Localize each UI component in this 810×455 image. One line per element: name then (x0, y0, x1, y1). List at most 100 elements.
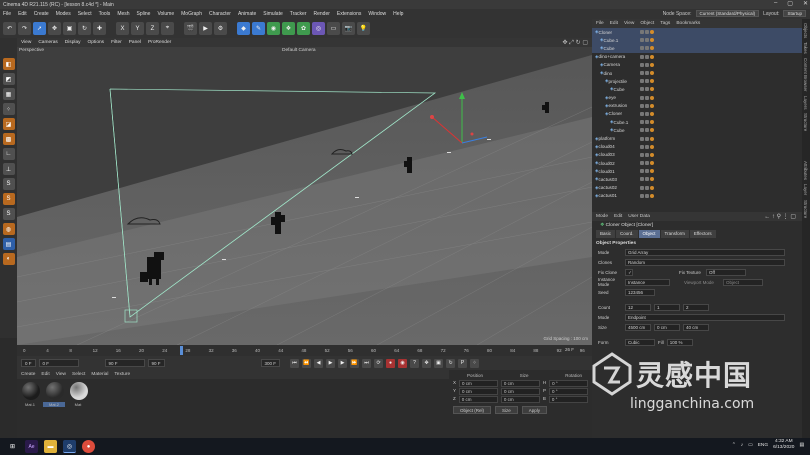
next-frame-icon[interactable]: ▶ (338, 358, 348, 368)
prev-key-icon[interactable]: ⏪ (302, 358, 312, 368)
visibility-toggles[interactable] (640, 193, 649, 198)
coord-size-mode-select[interactable]: Size (495, 406, 518, 414)
object-tags[interactable] (650, 95, 654, 100)
object-row[interactable]: ◈ Cloner (592, 110, 802, 118)
object-tags[interactable] (650, 111, 654, 116)
object-tags[interactable] (650, 30, 654, 35)
object-tags[interactable] (650, 38, 654, 43)
vtab-content-browser[interactable]: Content Browser (803, 58, 808, 92)
points-mode-icon[interactable]: ⁘ (2, 103, 15, 115)
menu-character[interactable]: Character (209, 11, 231, 17)
menu-modes[interactable]: Modes (56, 11, 71, 17)
mat-menu-select[interactable]: Select (72, 372, 85, 377)
object-row[interactable]: ◈ Camera (592, 61, 802, 69)
menu-mesh[interactable]: Mesh (117, 11, 129, 17)
position-z-field[interactable]: 0 cm (458, 396, 498, 403)
undo-icon[interactable]: ↶ (3, 22, 16, 35)
mode-select[interactable]: Grid Array (625, 248, 785, 256)
material-item[interactable]: Mat.1 (19, 379, 41, 408)
viewport-menu-cameras[interactable]: Cameras (38, 40, 57, 45)
visibility-toggles[interactable] (640, 54, 649, 59)
after-effects-icon[interactable]: Ae (25, 440, 38, 453)
object-row[interactable]: ◈ cactus03 (592, 175, 802, 183)
go-to-start-icon[interactable]: ⏮ (290, 358, 300, 368)
pen-icon[interactable]: ✎ (252, 22, 265, 35)
3d-viewport[interactable]: Perspective Default Camera Grid Spacing … (17, 47, 592, 345)
visibility-toggles[interactable] (640, 128, 649, 133)
object-tags[interactable] (650, 152, 654, 157)
axis-z-button[interactable]: Z (146, 22, 159, 35)
object-tags[interactable] (650, 193, 654, 198)
object-row[interactable]: ◈ Cube.1 (592, 36, 802, 45)
object-tags[interactable] (650, 144, 654, 149)
size-mode-select[interactable]: Endpoint (625, 313, 785, 321)
object-tags[interactable] (650, 46, 654, 51)
visibility-toggles[interactable] (640, 103, 649, 108)
node-space-select[interactable]: Current (Standard/Physical) (695, 10, 760, 17)
menu-tools[interactable]: Tools (99, 11, 111, 17)
locked-workplane-icon[interactable]: ◍ (2, 223, 15, 235)
material-swatch[interactable] (70, 382, 88, 400)
visibility-toggles[interactable] (640, 46, 649, 51)
object-row[interactable]: ◈ cloud02 (592, 159, 802, 167)
object-row[interactable]: ◈ cactus02 (592, 184, 802, 192)
deformer-icon[interactable]: ✿ (297, 22, 310, 35)
viewport-menu-prorender[interactable]: ProRender (148, 40, 171, 45)
prev-frame-icon[interactable]: ◀ (314, 358, 324, 368)
planar-workplane-icon[interactable]: ▤ (2, 238, 15, 250)
material-item[interactable]: Mat (67, 379, 89, 408)
axis-y-button[interactable]: Y (131, 22, 144, 35)
object-tags[interactable] (650, 120, 654, 125)
object-tags[interactable] (650, 62, 654, 67)
autokey-icon[interactable]: ◉ (398, 358, 408, 368)
visibility-toggles[interactable] (640, 30, 649, 35)
field-icon[interactable]: ◎ (312, 22, 325, 35)
solo-icon[interactable]: ◐ (2, 253, 15, 265)
mat-menu-view[interactable]: View (56, 372, 66, 377)
form-select[interactable]: Cubic (625, 338, 655, 346)
viewport-menu-view[interactable]: View (21, 40, 31, 45)
visibility-toggles[interactable] (640, 87, 649, 92)
size-x-field[interactable]: 4500 cm (625, 323, 651, 331)
count-y-field[interactable]: 1 (654, 303, 680, 311)
object-row[interactable]: ◈ eye (592, 94, 802, 102)
subdivision-icon[interactable]: ◉ (267, 22, 280, 35)
menu-help[interactable]: Help (393, 11, 403, 17)
tab-object[interactable]: Object (638, 230, 660, 238)
parameter-key-icon[interactable]: P (458, 358, 468, 368)
menu-file[interactable]: File (3, 11, 11, 17)
light-icon[interactable]: 💡 (357, 22, 370, 35)
render-view-icon[interactable]: 🎬 (184, 22, 197, 35)
notifications-icon[interactable]: ▤ (799, 443, 804, 448)
visibility-toggles[interactable] (640, 38, 649, 43)
visibility-toggles[interactable] (640, 169, 649, 174)
render-picture-viewer-icon[interactable]: ▶ (199, 22, 212, 35)
tray-chevron-icon[interactable]: ⌃ (732, 443, 736, 448)
object-tags[interactable] (650, 79, 654, 84)
vtab-objects[interactable]: Objects (803, 23, 808, 38)
cinema4d-icon[interactable]: ◎ (63, 440, 76, 453)
viewport-menu-filter[interactable]: Filter (111, 40, 122, 45)
min-frame-field[interactable]: 0 F (38, 359, 79, 367)
play-icon[interactable]: ▶ (326, 358, 336, 368)
menu-select[interactable]: Select (78, 11, 92, 17)
viewport-menu-panel[interactable]: Panel (129, 40, 141, 45)
start-frame-field[interactable]: 0 F (21, 359, 36, 367)
chrome-icon[interactable]: ● (82, 440, 95, 453)
snap-icon[interactable]: S (2, 178, 15, 190)
file-explorer-icon[interactable]: ▬ (44, 440, 57, 453)
tab-basic[interactable]: Basic (596, 230, 616, 238)
axis-mode-icon[interactable]: ∟ (2, 148, 15, 160)
cube-primitive-icon[interactable]: ◆ (237, 22, 250, 35)
texture-mode-icon[interactable]: ▦ (2, 88, 15, 100)
menu-simulate[interactable]: Simulate (263, 11, 282, 17)
om-menu-tags[interactable]: Tags (660, 21, 670, 26)
object-tags[interactable] (650, 71, 654, 76)
visibility-toggles[interactable] (640, 177, 649, 182)
close-button[interactable]: ✕ (803, 0, 808, 7)
om-menu-view[interactable]: View (624, 21, 634, 26)
menu-animate[interactable]: Animate (238, 11, 256, 17)
object-row[interactable]: ◈ dino+camera (592, 53, 802, 61)
menu-tracker[interactable]: Tracker (290, 11, 307, 17)
position-x-field[interactable]: 0 cm (459, 380, 498, 387)
